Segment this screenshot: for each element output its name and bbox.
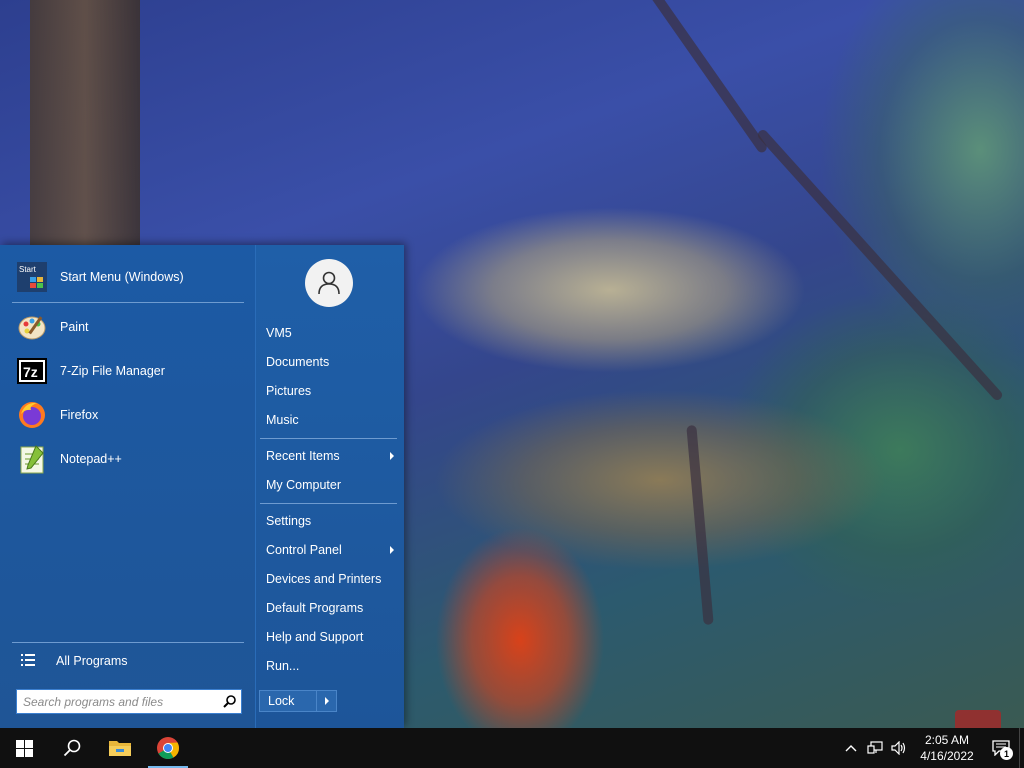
app-label: Paint <box>60 320 89 334</box>
search-icon[interactable] <box>217 690 241 713</box>
taskbar-chrome[interactable] <box>144 728 192 768</box>
start-menu-places-pane: VM5 Documents Pictures Music Recent Item… <box>255 245 404 728</box>
app-label: Firefox <box>60 408 99 422</box>
system-tray: 2:05 AM 4/16/2022 1 <box>839 728 1024 768</box>
start-menu-settings-item[interactable]: Start Start Menu (Windows) <box>0 257 255 297</box>
places-label: Settings <box>266 514 312 528</box>
places-item-help[interactable]: Help and Support <box>256 624 405 650</box>
places-item-control-panel[interactable]: Control Panel <box>256 537 405 563</box>
user-avatar[interactable] <box>305 259 353 307</box>
clock-time: 2:05 AM <box>924 733 970 747</box>
places-label: Run... <box>266 659 300 673</box>
user-name: VM5 <box>266 326 292 340</box>
start-menu-settings-label: Start Menu (Windows) <box>60 270 184 284</box>
user-icon <box>318 271 340 295</box>
paint-icon <box>16 311 48 343</box>
wallpaper-tree <box>30 0 140 250</box>
desktop-overlay-badge <box>955 710 1001 728</box>
7zip-icon: 7z <box>16 355 48 387</box>
separator <box>12 642 244 643</box>
places-item-run[interactable]: Run... <box>256 653 405 679</box>
power-options-button[interactable] <box>316 691 336 711</box>
separator <box>260 503 397 504</box>
chevron-up-icon <box>845 745 857 752</box>
action-center-button[interactable]: 1 <box>983 728 1019 768</box>
app-label: Notepad++ <box>60 452 122 466</box>
search-input[interactable] <box>17 690 217 713</box>
network-icon <box>867 741 883 754</box>
submenu-arrow-icon <box>390 546 394 554</box>
start-menu-programs-pane: Start Start Menu (Windows) Paint 7z 7-Zi… <box>0 245 255 728</box>
chrome-icon <box>157 737 179 759</box>
separator <box>12 302 244 303</box>
search-box <box>16 689 242 714</box>
submenu-arrow-icon <box>390 452 394 460</box>
places-item-recent[interactable]: Recent Items <box>256 443 405 469</box>
chevron-right-icon <box>324 697 329 705</box>
wallpaper-branch <box>755 127 1005 403</box>
show-desktop-button[interactable] <box>1019 728 1024 768</box>
start-menu: Start Start Menu (Windows) Paint 7z 7-Zi… <box>0 245 404 728</box>
start-button[interactable] <box>0 728 48 768</box>
app-label: 7-Zip File Manager <box>60 364 165 378</box>
places-item-music[interactable]: Music <box>256 407 405 433</box>
taskbar-search-button[interactable] <box>48 728 96 768</box>
places-item-my-computer[interactable]: My Computer <box>256 472 405 498</box>
taskbar-clock[interactable]: 2:05 AM 4/16/2022 <box>911 732 983 764</box>
places-label: Help and Support <box>266 630 364 644</box>
places-item-user[interactable]: VM5 <box>256 320 405 346</box>
places-label: Recent Items <box>266 449 340 463</box>
lock-button-group: Lock <box>259 690 337 712</box>
places-item-documents[interactable]: Documents <box>256 349 405 375</box>
places-item-devices[interactable]: Devices and Printers <box>256 566 405 592</box>
volume-button[interactable] <box>887 728 911 768</box>
file-explorer-icon <box>109 741 131 756</box>
start-menu-app-icon: Start <box>16 261 48 293</box>
places-label: Devices and Printers <box>266 572 382 586</box>
volume-icon <box>891 741 906 755</box>
notification-count-badge: 1 <box>1000 747 1013 760</box>
svg-text:7z: 7z <box>23 364 38 380</box>
wallpaper-branch <box>611 0 769 155</box>
lock-button[interactable]: Lock <box>260 694 316 708</box>
clock-date: 4/16/2022 <box>920 749 974 763</box>
places-label: Default Programs <box>266 601 364 615</box>
show-hidden-icons-button[interactable] <box>839 728 863 768</box>
windows-start-icon <box>15 739 33 757</box>
notepadpp-icon <box>16 443 48 475</box>
svg-text:Start: Start <box>19 265 37 274</box>
places-item-default-programs[interactable]: Default Programs <box>256 595 405 621</box>
places-item-pictures[interactable]: Pictures <box>256 378 405 404</box>
list-icon <box>21 653 35 669</box>
places-label: My Computer <box>266 478 342 492</box>
firefox-icon <box>16 399 48 431</box>
wallpaper-branch <box>686 424 714 626</box>
app-item-notepadpp[interactable]: Notepad++ <box>0 439 255 479</box>
app-item-firefox[interactable]: Firefox <box>0 395 255 435</box>
separator <box>260 438 397 439</box>
app-item-7zip[interactable]: 7z 7-Zip File Manager <box>0 351 255 391</box>
places-label: Music <box>266 413 299 427</box>
places-item-settings[interactable]: Settings <box>256 508 405 534</box>
places-label: Pictures <box>266 384 312 398</box>
all-programs-label: All Programs <box>56 654 128 668</box>
taskbar-file-explorer[interactable] <box>96 728 144 768</box>
app-item-paint[interactable]: Paint <box>0 307 255 347</box>
places-label: Control Panel <box>266 543 342 557</box>
all-programs-button[interactable]: All Programs <box>0 648 255 674</box>
places-label: Documents <box>266 355 330 369</box>
network-button[interactable] <box>863 728 887 768</box>
taskbar: 2:05 AM 4/16/2022 1 <box>0 728 1024 768</box>
search-icon <box>63 739 81 757</box>
